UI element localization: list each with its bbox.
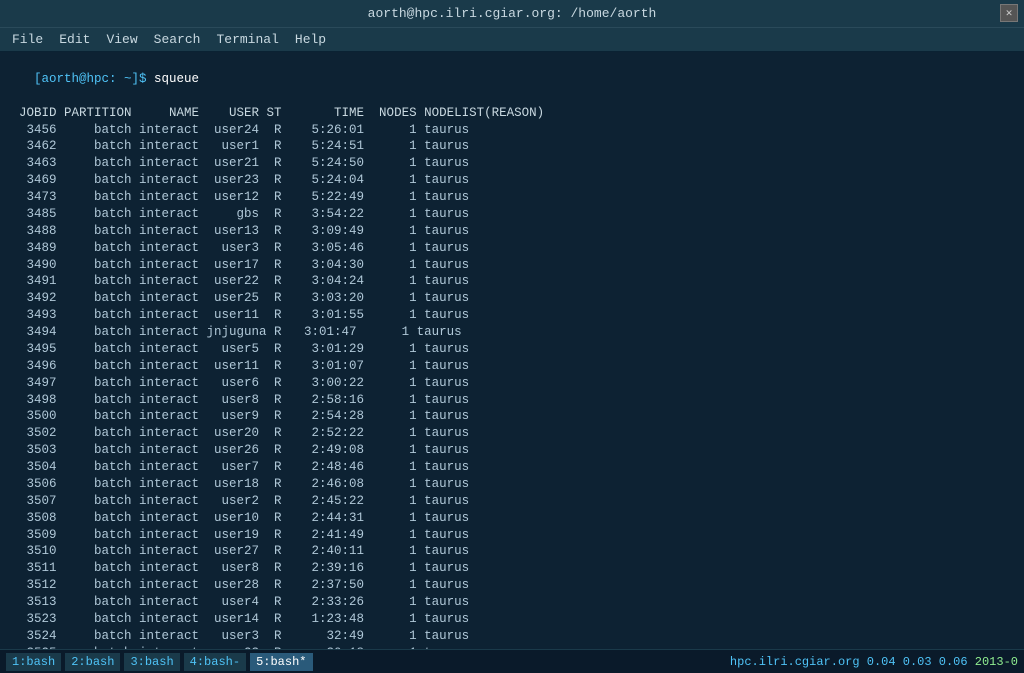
table-row: 3500 batch interact user9 R 2:54:28 1 ta… xyxy=(4,408,1020,425)
table-row: 3510 batch interact user27 R 2:40:11 1 t… xyxy=(4,543,1020,560)
table-row: 3463 batch interact user21 R 5:24:50 1 t… xyxy=(4,155,1020,172)
table-row: 3485 batch interact gbs R 3:54:22 1 taur… xyxy=(4,206,1020,223)
table-row: 3488 batch interact user13 R 3:09:49 1 t… xyxy=(4,223,1020,240)
menu-bar: File Edit View Search Terminal Help xyxy=(0,28,1024,52)
table-row: 3496 batch interact user11 R 3:01:07 1 t… xyxy=(4,358,1020,375)
table-row: 3509 batch interact user19 R 2:41:49 1 t… xyxy=(4,527,1020,544)
table-row: 3469 batch interact user23 R 5:24:04 1 t… xyxy=(4,172,1020,189)
table-row: 3502 batch interact user20 R 2:52:22 1 t… xyxy=(4,425,1020,442)
menu-view[interactable]: View xyxy=(98,30,145,49)
terminal-content: [aorth@hpc: ~]$ squeue JOBID PARTITION N… xyxy=(0,52,1024,649)
table-row: 3511 batch interact user8 R 2:39:16 1 ta… xyxy=(4,560,1020,577)
window-title: aorth@hpc.ilri.cgiar.org: /home/aorth xyxy=(368,6,657,21)
table-row: 3491 batch interact user22 R 3:04:24 1 t… xyxy=(4,273,1020,290)
tab-item[interactable]: 2:bash xyxy=(65,653,120,671)
load-display: 0.04 0.03 0.06 xyxy=(867,655,975,669)
menu-file[interactable]: File xyxy=(4,30,51,49)
close-button[interactable]: ✕ xyxy=(1000,4,1018,22)
year-display: 2013-0 xyxy=(975,655,1018,669)
table-row: 3489 batch interact user3 R 3:05:46 1 ta… xyxy=(4,240,1020,257)
menu-search[interactable]: Search xyxy=(146,30,209,49)
table-row: 3506 batch interact user18 R 2:46:08 1 t… xyxy=(4,476,1020,493)
menu-help[interactable]: Help xyxy=(287,30,334,49)
status-bar: 1:bash2:bash3:bash 4:bash-5:bash* hpc.ilr… xyxy=(0,649,1024,673)
command-1: squeue xyxy=(154,72,199,86)
table-row: 3512 batch interact user28 R 2:37:50 1 t… xyxy=(4,577,1020,594)
tab-item[interactable]: 5:bash* xyxy=(250,653,312,671)
tab-list: 1:bash2:bash3:bash 4:bash-5:bash* xyxy=(6,653,313,671)
table-row: 3503 batch interact user26 R 2:49:08 1 t… xyxy=(4,442,1020,459)
table-row: 3497 batch interact user6 R 3:00:22 1 ta… xyxy=(4,375,1020,392)
table-row: 3524 batch interact user3 R 32:49 1 taur… xyxy=(4,628,1020,645)
tab-item[interactable]: 3:bash xyxy=(124,653,179,671)
status-info: hpc.ilri.cgiar.org 0.04 0.03 0.06 2013-0 xyxy=(730,655,1018,669)
table-row: 3495 batch interact user5 R 3:01:29 1 ta… xyxy=(4,341,1020,358)
table-row: 3498 batch interact user8 R 2:58:16 1 ta… xyxy=(4,392,1020,409)
command-line-1: [aorth@hpc: ~]$ squeue xyxy=(4,54,1020,105)
table-row: 3523 batch interact user14 R 1:23:48 1 t… xyxy=(4,611,1020,628)
table-row: 3513 batch interact user4 R 2:33:26 1 ta… xyxy=(4,594,1020,611)
table-row: 3473 batch interact user12 R 5:22:49 1 t… xyxy=(4,189,1020,206)
table-row: 3492 batch interact user25 R 3:03:20 1 t… xyxy=(4,290,1020,307)
prompt-1: [aorth@hpc: ~]$ xyxy=(34,72,154,86)
table-row: 3494 batch interact jnjuguna R 3:01:47 1… xyxy=(4,324,1020,341)
table-row: 3504 batch interact user7 R 2:48:46 1 ta… xyxy=(4,459,1020,476)
table-row: 3508 batch interact user10 R 2:44:31 1 t… xyxy=(4,510,1020,527)
tab-item[interactable]: 4:bash- xyxy=(184,653,246,671)
table-row: 3456 batch interact user24 R 5:26:01 1 t… xyxy=(4,122,1020,139)
title-bar: aorth@hpc.ilri.cgiar.org: /home/aorth ✕ xyxy=(0,0,1024,28)
table-row: 3462 batch interact user1 R 5:24:51 1 ta… xyxy=(4,138,1020,155)
table-rows: 3456 batch interact user24 R 5:26:01 1 t… xyxy=(4,122,1020,650)
table-row: 3490 batch interact user17 R 3:04:30 1 t… xyxy=(4,257,1020,274)
table-row: 3507 batch interact user2 R 2:45:22 1 ta… xyxy=(4,493,1020,510)
table-header: JOBID PARTITION NAME USER ST TIME NODES … xyxy=(4,105,1020,122)
tab-item[interactable]: 1:bash xyxy=(6,653,61,671)
host-display: hpc.ilri.cgiar.org xyxy=(730,655,867,669)
menu-edit[interactable]: Edit xyxy=(51,30,98,49)
menu-terminal[interactable]: Terminal xyxy=(208,30,286,49)
table-row: 3493 batch interact user11 R 3:01:55 1 t… xyxy=(4,307,1020,324)
